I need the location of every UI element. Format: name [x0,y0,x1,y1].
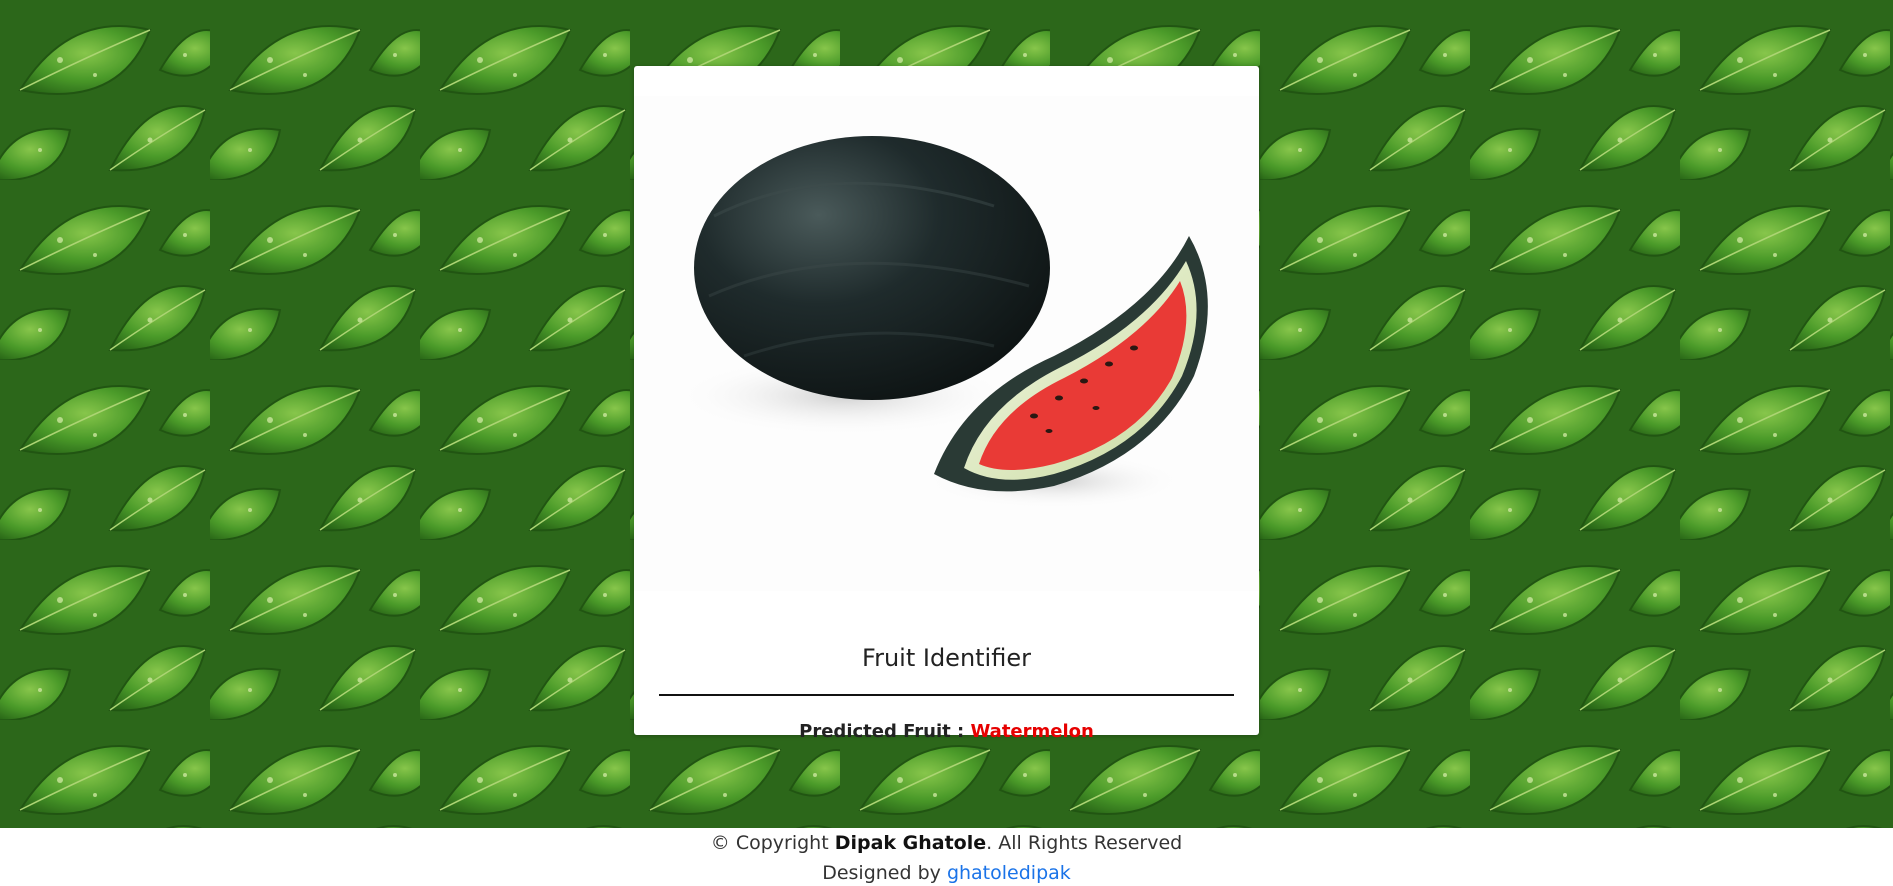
watermelon-image [634,96,1259,591]
copyright-suffix: . All Rights Reserved [986,832,1183,854]
prediction-label: Predicted Fruit : [799,721,971,742]
designer-link[interactable]: ghatoledipak [947,862,1071,884]
predicted-fruit-name: Watermelon [970,721,1094,742]
designed-prefix: Designed by [822,862,947,884]
owner-name: Dipak Ghatole [834,832,987,854]
card-title: Fruit Identifier [862,644,1031,672]
prediction-result: Predicted Fruit : Watermelon [634,721,1259,742]
copyright-line: © Copyright Dipak Ghatole. All Rights Re… [0,832,1893,854]
designed-by-line: Designed by ghatoledipak [0,862,1893,884]
title-divider [659,694,1234,696]
prediction-card: Fruit Identifier Predicted Fruit : Water… [634,66,1259,742]
copyright-prefix: © Copyright [710,832,835,854]
footer: © Copyright Dipak Ghatole. All Rights Re… [0,828,1893,886]
